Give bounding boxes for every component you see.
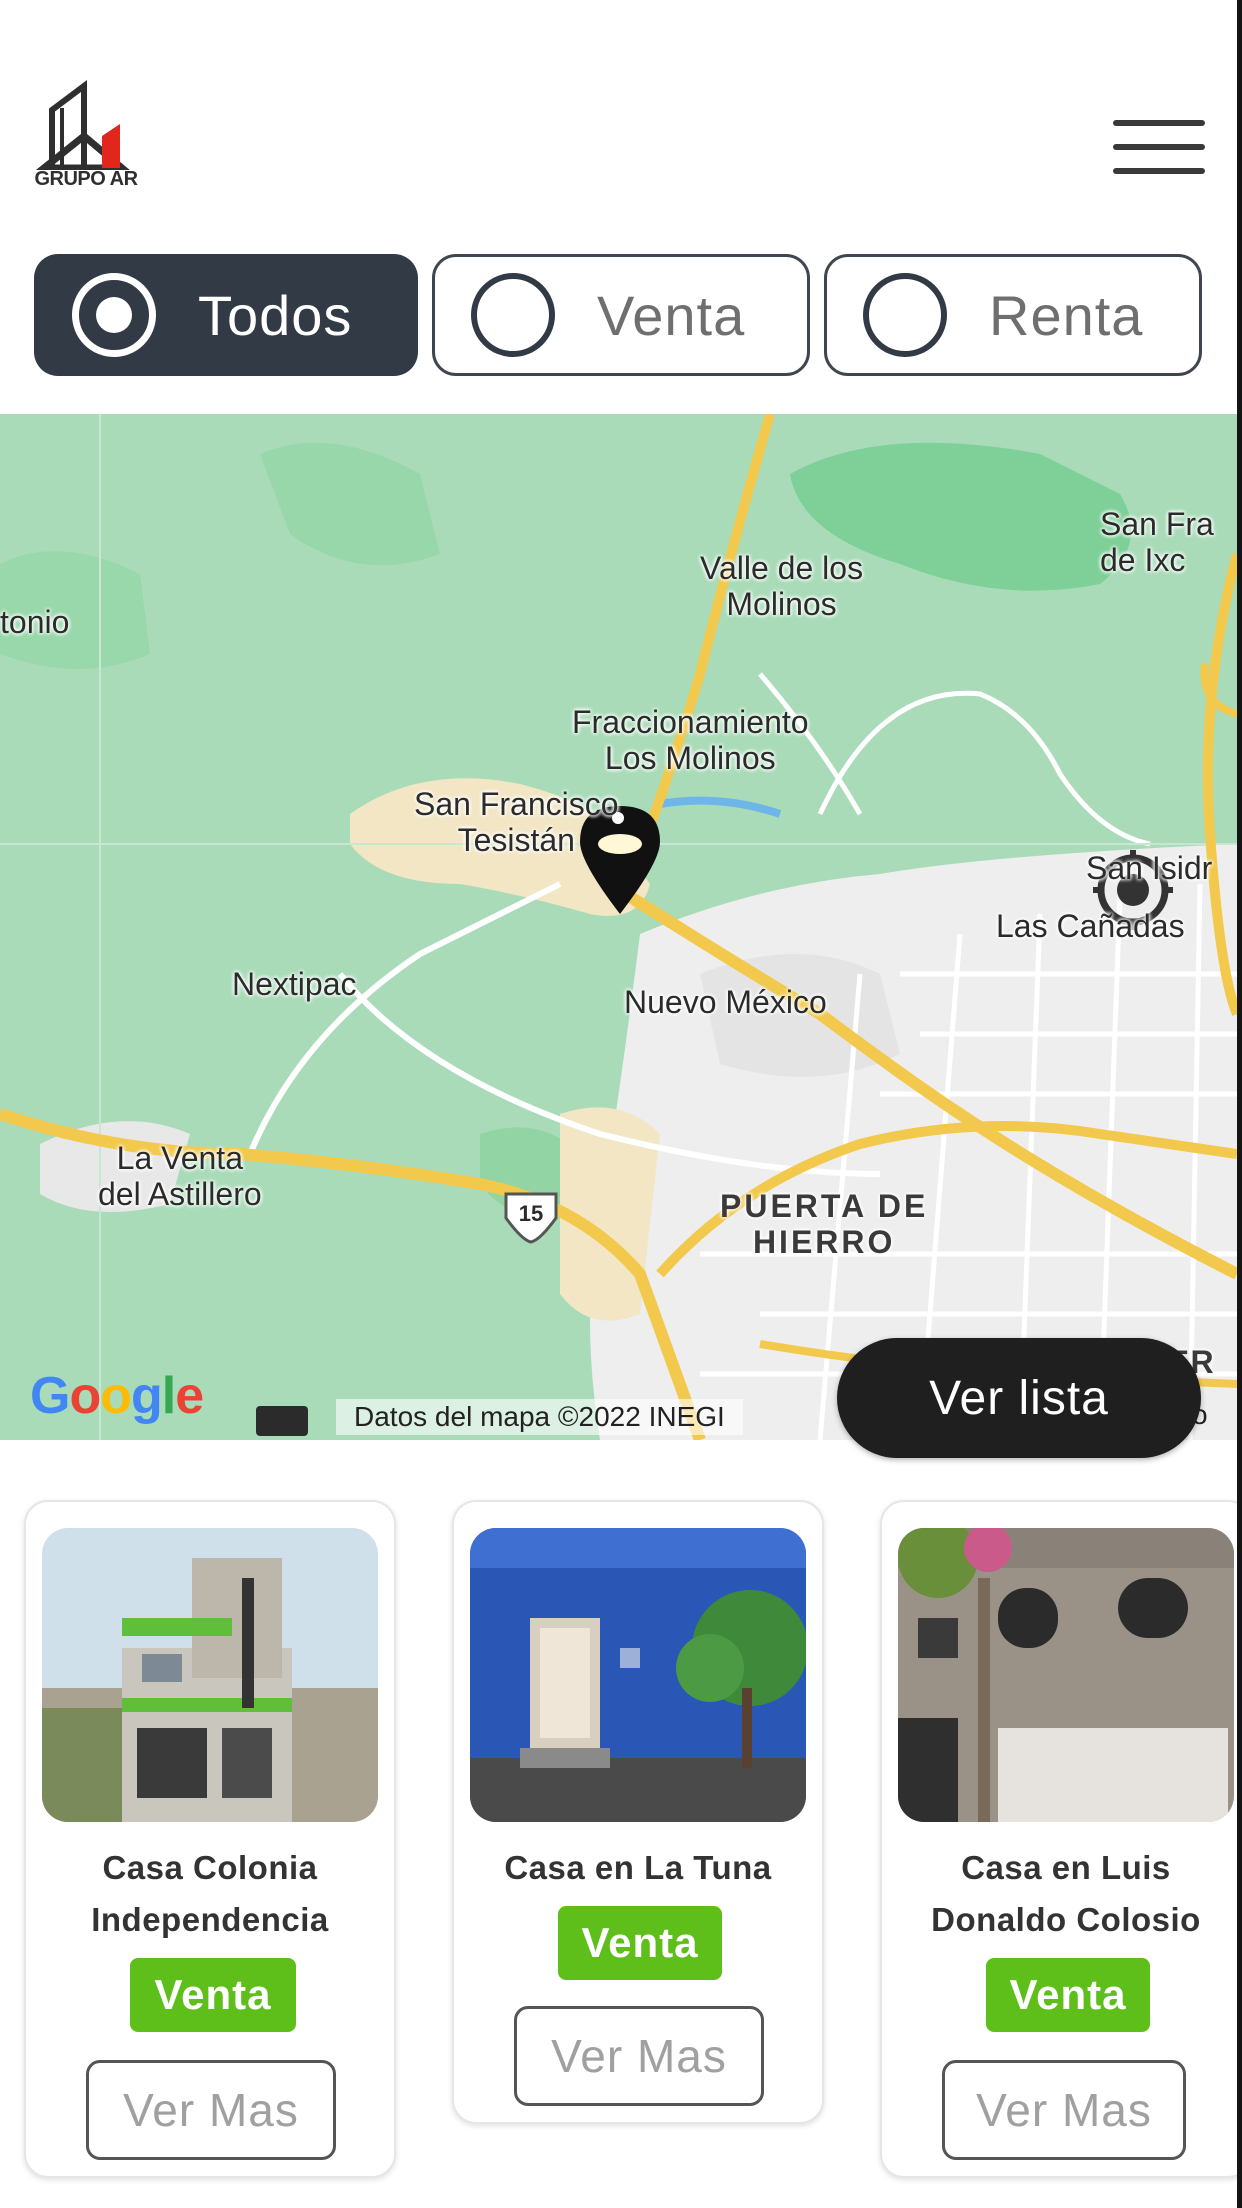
radio-unselected-icon [863, 273, 947, 357]
status-badge: Venta [558, 1906, 722, 1980]
listing-title-line1: Casa en Luis [961, 1849, 1171, 1886]
filter-renta-label: Renta [989, 283, 1144, 347]
listing-photo[interactable] [898, 1528, 1234, 1822]
listing-title-line2: Donaldo Colosio [931, 1901, 1201, 1938]
listing-title-line1: Casa en La Tuna [504, 1849, 772, 1886]
ver-mas-button[interactable]: Ver Mas [514, 2006, 764, 2106]
map-label-san-francisco-tesistan: San Francisco Tesistán [414, 786, 619, 858]
map-label-puerta-de-hierro: PUERTA DE HIERRO [720, 1188, 929, 1260]
map-view[interactable]: Valle de los Molinos Fraccionamiento Los… [0, 414, 1237, 1440]
listing-card[interactable]: Casa Colonia Independencia Venta Ver Mas [24, 1500, 396, 2178]
filter-todos[interactable]: Todos [34, 254, 418, 376]
keyboard-shortcuts-icon[interactable] [256, 1406, 308, 1436]
map-label-valle-de-los-molinos: Valle de los Molinos [700, 550, 864, 622]
logo-text: GRUPO AR [34, 168, 138, 190]
map-label-la-venta-del-astillero: La Venta del Astillero [98, 1140, 262, 1212]
google-logo: Google [30, 1367, 204, 1425]
ver-mas-button[interactable]: Ver Mas [86, 2060, 336, 2160]
ver-mas-button[interactable]: Ver Mas [942, 2060, 1186, 2160]
radio-selected-icon [72, 273, 156, 357]
listing-photo[interactable] [42, 1528, 378, 1822]
listing-carousel[interactable]: Casa Colonia Independencia Venta Ver Mas… [0, 1500, 1242, 2200]
listing-type-filter: Todos Venta Renta [34, 254, 1202, 378]
building-logo-icon [34, 80, 132, 172]
screen-edge [1237, 0, 1242, 2208]
status-badge: Venta [986, 1958, 1150, 2032]
map-label-nextipac: Nextipac [232, 966, 357, 1002]
radio-unselected-icon [471, 273, 555, 357]
filter-todos-label: Todos [198, 283, 353, 347]
hamburger-menu-icon[interactable] [1113, 120, 1205, 178]
highway-number: 15 [518, 1201, 544, 1226]
filter-venta-label: Venta [597, 283, 746, 347]
filter-renta[interactable]: Renta [824, 254, 1202, 376]
map-label-nuevo-mexico: Nuevo México [624, 984, 827, 1020]
map-attribution[interactable]: Datos del mapa ©2022 INEGI [336, 1399, 743, 1435]
listing-card[interactable]: Casa en La Tuna Venta Ver Mas [452, 1500, 824, 2124]
map-label-antonio: tonio [0, 604, 70, 640]
grupo-ar-logo[interactable]: GRUPO AR [22, 80, 150, 200]
map-label-fraccionamiento-los-molinos: Fraccionamiento Los Molinos [572, 704, 809, 776]
listing-card[interactable]: Casa en Luis Donaldo Colosio Venta Ver M… [880, 1500, 1242, 2178]
listing-title-line1: Casa Colonia [102, 1849, 318, 1886]
listing-photo[interactable] [470, 1528, 806, 1822]
map-label-san-isidro: San Isidr [1086, 850, 1213, 886]
map-label-las-canadas: Las Cañadas [996, 908, 1185, 944]
filter-venta[interactable]: Venta [432, 254, 810, 376]
ver-lista-button[interactable]: Ver lista [837, 1338, 1201, 1458]
map-label-san-francisco-ixcatan: San Fra de Ixc [1100, 506, 1214, 578]
listing-title-line2: Independencia [91, 1901, 329, 1938]
status-badge: Venta [130, 1958, 296, 2032]
